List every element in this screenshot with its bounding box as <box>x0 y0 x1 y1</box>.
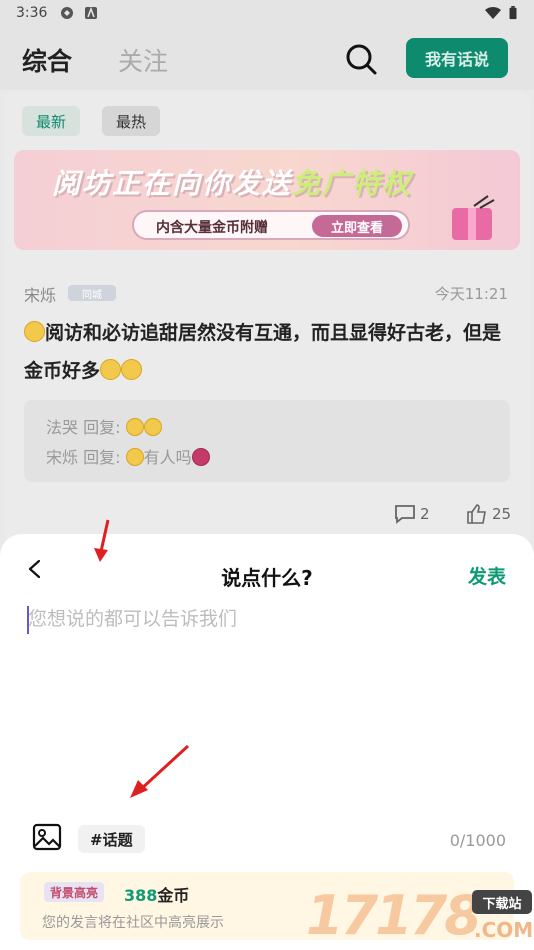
image-icon[interactable] <box>32 822 62 852</box>
reply-item: 法哭 回复: <box>46 414 162 438</box>
search-icon[interactable] <box>344 42 378 76</box>
like-count[interactable]: 25 <box>466 504 511 524</box>
grin-emoji-icon <box>100 359 122 380</box>
status-time: 3:36 <box>16 5 48 21</box>
smile-emoji-icon <box>143 418 162 436</box>
thumbs-up-icon <box>467 504 486 524</box>
post-author[interactable]: 宋烁 <box>24 282 56 306</box>
comment-icon <box>395 505 415 524</box>
status-bar: 3:36 <box>0 0 534 28</box>
gift-icon <box>452 195 495 240</box>
highlight-price: 388金币 <box>124 886 190 905</box>
banner-title: 阅坊正在向你发送免广特权 <box>52 167 413 200</box>
sheet-title: 说点什么? <box>221 566 313 590</box>
banner-pill-text: 内含大量金币附赠 <box>156 220 268 236</box>
app-icon <box>85 6 97 19</box>
replies-box[interactable]: 法哭 回复: 宋烁 回复: 有人吗 <box>24 400 510 482</box>
topic-button[interactable]: #话题 <box>78 825 145 853</box>
grin-emoji-icon <box>121 359 143 380</box>
annotation-arrow-icon <box>94 519 110 562</box>
view-now-button[interactable]: 立即查看 <box>312 215 402 237</box>
filter-hottest[interactable]: 最热 <box>102 106 161 136</box>
top-nav: 综合 关注 我有话说 <box>0 28 534 90</box>
promo-banner[interactable]: 阅坊正在向你发送免广特权 内含大量金币附赠 立即查看 <box>14 150 520 250</box>
smile-emoji-icon <box>125 418 144 436</box>
post-something-button[interactable]: 我有话说 <box>406 38 508 78</box>
filter-latest[interactable]: 最新 <box>22 106 81 136</box>
wifi-icon <box>485 6 501 19</box>
text-caret <box>27 606 29 634</box>
battery-icon <box>509 6 517 20</box>
compose-input[interactable] <box>28 604 504 824</box>
tab-following[interactable]: 关注 <box>118 42 168 78</box>
publish-button[interactable]: 发表 <box>468 562 506 589</box>
thinking-emoji-icon <box>24 321 45 342</box>
banner-pill: 内含大量金币附赠 立即查看 <box>132 210 410 240</box>
thinking-emoji-icon <box>125 448 144 466</box>
highlight-description: 您的发言将在社区中高亮展示 <box>42 915 224 931</box>
annotation-arrow-icon <box>130 744 190 798</box>
comment-count[interactable]: 2 <box>394 504 430 524</box>
feed-container: 最新 最热 阅坊正在向你发送免广特权 内含大量金币附赠 立即查看 宋烁 同城 今… <box>4 90 530 550</box>
post-time: 今天11:21 <box>434 285 508 303</box>
reply-item: 宋烁 回复: 有人吗 <box>46 444 210 468</box>
char-counter: 0/1000 <box>449 831 506 850</box>
shield-icon <box>61 7 73 19</box>
author-badge: 同城 <box>68 285 116 301</box>
tab-general[interactable]: 综合 <box>22 42 72 78</box>
tongue-emoji-icon <box>191 448 210 466</box>
post-body[interactable]: 阅访和必访追甜居然没有互通，而且显得好古老，但是金币好多 <box>24 314 514 390</box>
watermark-logo: 17178 下载站 .COM <box>306 884 534 947</box>
highlight-badge: 背景高亮 <box>44 882 105 902</box>
